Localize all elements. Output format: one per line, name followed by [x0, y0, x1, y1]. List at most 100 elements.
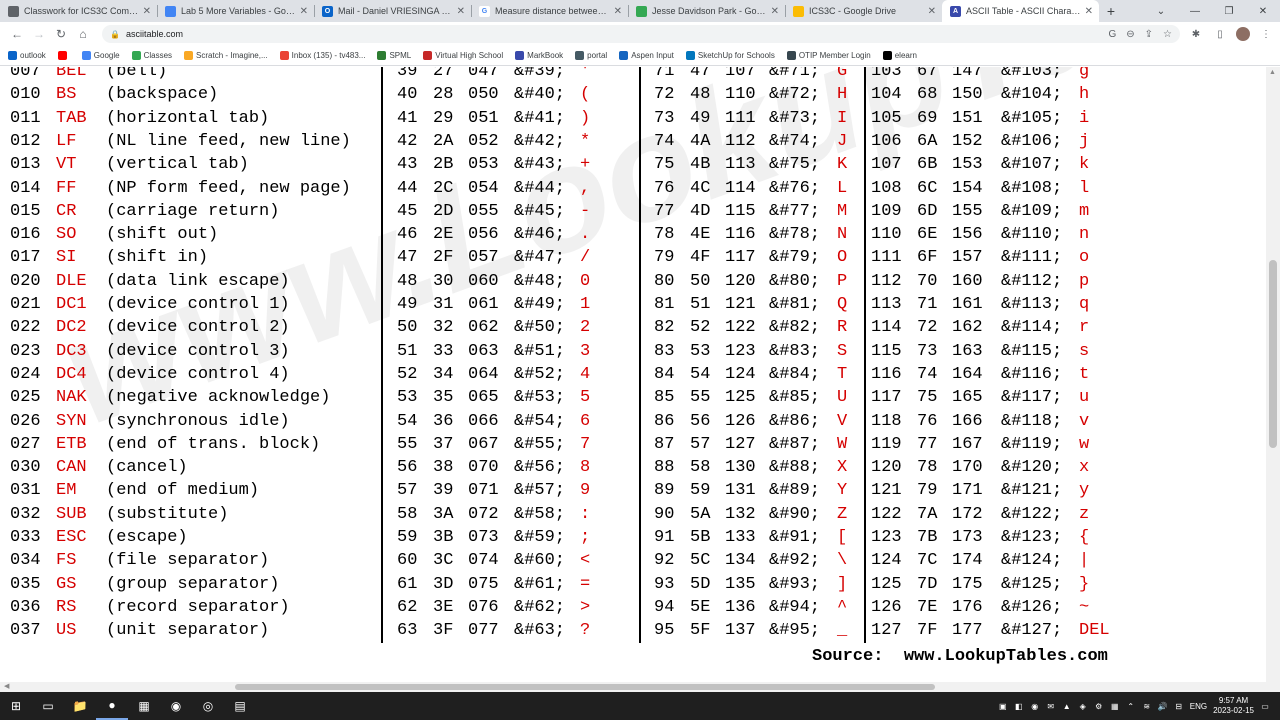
bookmark-favicon-icon	[575, 51, 585, 60]
network-icon[interactable]: ⊟	[1174, 701, 1184, 711]
language-indicator[interactable]: ENG	[1190, 702, 1207, 711]
scroll-up-icon[interactable]: ▲	[1269, 69, 1276, 76]
taskbar-start-icon[interactable]: ⊞	[0, 692, 32, 720]
bookmark-item[interactable]: Aspen Input	[619, 51, 674, 60]
restore-icon[interactable]: ❐	[1212, 0, 1246, 22]
bookmark-item[interactable]: SPML	[377, 51, 411, 60]
taskbar-app-grid-icon[interactable]: ▦	[128, 692, 160, 720]
zoom-icon[interactable]: ⊖	[1126, 29, 1134, 40]
tab-close-icon[interactable]: ✕	[614, 6, 622, 17]
cell-ch: q	[1079, 295, 1090, 314]
cell-ch: Q	[837, 295, 848, 314]
back-icon[interactable]: ←	[6, 23, 28, 45]
taskbar-task-view-icon[interactable]: ▭	[32, 692, 64, 720]
bookmark-item[interactable]: Classes	[131, 51, 172, 60]
tray-app-icon[interactable]: ◈	[1078, 701, 1088, 711]
browser-tab[interactable]: ICS3C - Google Drive ✕	[785, 0, 942, 22]
cell-oct: 121	[725, 295, 756, 314]
wifi-icon[interactable]: ≋	[1142, 701, 1152, 711]
cell-hex: 3F	[433, 621, 454, 641]
tab-close-icon[interactable]: ✕	[300, 6, 308, 17]
tab-close-icon[interactable]: ✕	[143, 6, 151, 17]
tab-close-icon[interactable]: ✕	[457, 6, 465, 17]
tab-close-icon[interactable]: ✕	[771, 6, 779, 17]
lock-icon[interactable]: 🔒	[110, 30, 120, 39]
bookmark-item[interactable]: elearn	[882, 51, 917, 60]
taskbar-file-explorer-icon[interactable]: 📁	[64, 692, 96, 720]
cell-html: &#89;	[769, 481, 821, 501]
browser-tab[interactable]: O Mail - Daniel VRIESINGA - Outlo ✕	[314, 0, 471, 22]
address-bar[interactable]: 🔒 asciitable.com G ⊖ ⇪ ☆	[102, 25, 1180, 43]
bookmark-favicon-icon	[377, 51, 387, 60]
bookmark-item[interactable]: SketchUp for Schools	[685, 51, 775, 60]
scroll-left-icon[interactable]: ◀	[4, 682, 9, 690]
bookmark-item[interactable]	[57, 51, 70, 60]
cell-oct: 160	[952, 271, 983, 291]
cell-html: &#57;	[514, 481, 566, 501]
cell-ch: +	[580, 155, 591, 175]
tray-app-icon[interactable]: ⚙	[1094, 701, 1104, 711]
menu-icon[interactable]: ⋮	[1258, 26, 1274, 42]
taskbar-chrome-icon[interactable]: ●	[96, 692, 128, 720]
cell-dec: 93	[654, 574, 675, 594]
tray-app-icon[interactable]: ▦	[1110, 701, 1120, 711]
cell-ch: v	[1079, 411, 1090, 431]
taskbar-app-blue-icon[interactable]: ◉	[160, 692, 192, 720]
tab-search-icon[interactable]: ⌄	[1144, 0, 1178, 22]
extensions-icon[interactable]: ✱	[1188, 26, 1204, 42]
browser-tab[interactable]: Jesse Davidson Park - Google M ✕	[628, 0, 785, 22]
cell-html: &#122;	[1001, 504, 1063, 524]
taskbar-app-monitor-icon[interactable]: ▤	[224, 692, 256, 720]
tray-app-icon[interactable]: ✉	[1046, 701, 1056, 711]
browser-tab[interactable]: G Measure distance between poin ✕	[471, 0, 628, 22]
home-icon[interactable]: ⌂	[72, 23, 94, 45]
close-window-icon[interactable]: ✕	[1246, 0, 1280, 22]
forward-icon[interactable]: →	[28, 23, 50, 45]
vertical-scrollbar[interactable]: ▲	[1266, 67, 1280, 682]
side-panel-icon[interactable]: ▯	[1212, 26, 1228, 42]
new-tab-button[interactable]: +	[1099, 0, 1123, 22]
show-hidden-icons[interactable]: ⌃	[1126, 701, 1136, 711]
volume-icon[interactable]: 🔊	[1158, 701, 1168, 711]
cell-hex: 6B	[917, 155, 938, 175]
notifications-icon[interactable]: ▭	[1260, 701, 1270, 711]
bookmark-item[interactable]: Scratch - Imagine,...	[184, 51, 268, 60]
cell-ch: 3	[580, 341, 591, 361]
browser-tab[interactable]: Classwork for ICS3C Computer S ✕	[0, 0, 157, 22]
cell-ch: z	[1079, 504, 1090, 524]
tray-app-icon[interactable]: ◉	[1030, 701, 1040, 711]
cell-c: 032	[10, 504, 41, 524]
bookmark-item[interactable]: OTIP Member Login	[786, 51, 871, 60]
tab-close-icon[interactable]: ✕	[928, 6, 936, 17]
taskbar-app-record-icon[interactable]: ◎	[192, 692, 224, 720]
cell-hex: 79	[917, 481, 938, 501]
tray-app-icon[interactable]: ▲	[1062, 701, 1072, 711]
cell-c: 015	[10, 201, 41, 221]
bookmark-item[interactable]: portal	[575, 51, 607, 60]
tray-app-icon[interactable]: ▣	[998, 701, 1008, 711]
browser-tab[interactable]: A ASCII Table - ASCII Character Co ✕	[942, 0, 1099, 22]
vertical-scroll-thumb[interactable]	[1269, 260, 1277, 448]
cell-ch: j	[1079, 131, 1090, 151]
share-icon[interactable]: ⇪	[1145, 29, 1153, 40]
tray-app-icon[interactable]: ◧	[1014, 701, 1024, 711]
bookmark-star-icon[interactable]: ☆	[1163, 29, 1172, 40]
horizontal-scrollbar[interactable]: ◀	[0, 682, 1280, 692]
reload-icon[interactable]: ↻	[50, 23, 72, 45]
cell-dec: 58	[397, 504, 418, 524]
bookmark-item[interactable]: MarkBook	[515, 51, 563, 60]
horizontal-scroll-thumb[interactable]	[235, 684, 935, 690]
tab-close-icon[interactable]: ✕	[1085, 6, 1093, 17]
minimize-icon[interactable]: —	[1178, 0, 1212, 22]
browser-tab[interactable]: Lab 5 More Variables - Google D ✕	[157, 0, 314, 22]
google-lens-icon[interactable]: G	[1108, 29, 1116, 40]
cell-hex: 5C	[690, 551, 711, 571]
profile-avatar[interactable]	[1236, 27, 1250, 41]
bookmark-item[interactable]: outlook	[8, 51, 46, 60]
clock[interactable]: 9:57 AM 2023-02-15	[1213, 696, 1254, 716]
bookmark-item[interactable]: Google	[81, 51, 120, 60]
bookmark-item[interactable]: Virtual High School	[423, 51, 503, 60]
cell-c: (record separator)	[106, 597, 290, 617]
bookmark-item[interactable]: Inbox (135) - tv483...	[279, 51, 365, 60]
bookmark-label: MarkBook	[527, 51, 564, 60]
